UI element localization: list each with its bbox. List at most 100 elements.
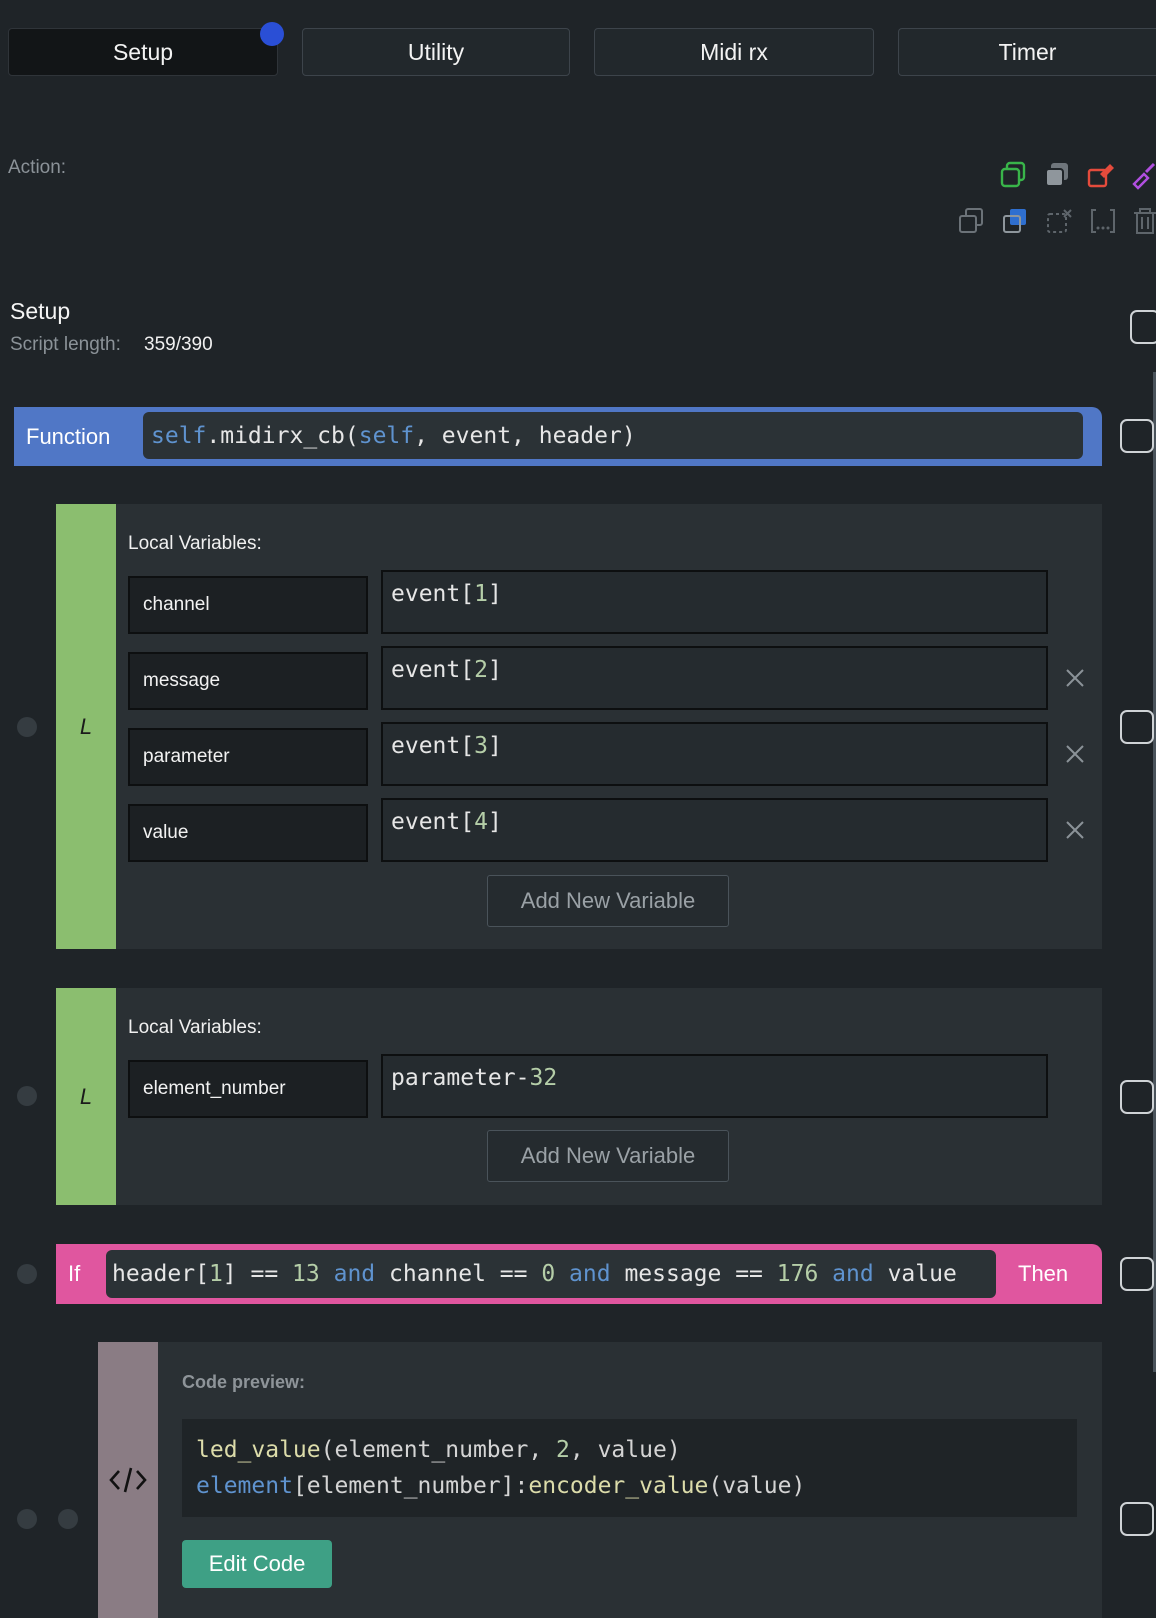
code-token: 0: [541, 1261, 556, 1287]
function-block-checkbox[interactable]: [1120, 419, 1154, 453]
code-token: message ==: [624, 1261, 777, 1287]
locals-1-checkbox[interactable]: [1120, 710, 1154, 744]
if-label: If: [68, 1261, 81, 1286]
code-block-checkbox[interactable]: [1120, 1502, 1154, 1536]
function-block[interactable]: Function self .midirx_cb(self, event, hea…: [14, 407, 1102, 466]
dashed-cut-icon[interactable]: [1044, 206, 1074, 236]
copy-outline-icon[interactable]: [956, 206, 986, 236]
tab-utility[interactable]: Utility: [302, 28, 570, 76]
brush-purple-icon[interactable]: [1130, 160, 1156, 190]
variable-value-input[interactable]: event[2]: [381, 646, 1048, 710]
code-token: 4: [474, 809, 488, 835]
select-all-checkbox[interactable]: [1130, 310, 1156, 344]
if-condition-input[interactable]: header[1] == 13 and channel == 0 and mes…: [106, 1250, 996, 1298]
tab-label: Midi rx: [700, 38, 768, 65]
code-token: 3: [474, 733, 488, 759]
code-block: Code preview: led_value(element_number, …: [98, 1342, 1102, 1618]
code-token: self: [358, 422, 415, 449]
code-token: self: [151, 422, 207, 449]
copy-green-icon[interactable]: [998, 160, 1028, 190]
locals-stripe[interactable]: L: [56, 504, 116, 949]
function-label: Function: [26, 423, 111, 449]
code-line: led_value(element_number, 2, value): [196, 1432, 1077, 1468]
variable-value-input[interactable]: event[4]: [381, 798, 1048, 862]
locals-2-checkbox[interactable]: [1120, 1080, 1154, 1114]
copy-blue-icon[interactable]: [1000, 206, 1030, 236]
code-token: (element_number,: [320, 1437, 557, 1463]
tab-label: Utility: [407, 38, 465, 65]
code-token: 1: [474, 581, 488, 607]
add-new-variable-button[interactable]: Add New Variable: [487, 1130, 729, 1182]
code-token: and: [319, 1261, 389, 1287]
eraser-red-icon[interactable]: [1086, 160, 1116, 190]
code-token: value: [887, 1261, 957, 1287]
code-icon: [109, 1467, 147, 1493]
code-token: [element_number]:: [292, 1473, 529, 1499]
if-block[interactable]: If header[1] == 13 and channel == 0 and …: [56, 1244, 1102, 1304]
code-token: ]: [487, 581, 502, 607]
tab-setup[interactable]: Setup: [8, 28, 278, 76]
drag-handle[interactable]: [17, 1509, 37, 1529]
stack-gray-icon[interactable]: [1042, 160, 1072, 190]
code-token: 2: [474, 657, 488, 683]
code-token: event[: [391, 733, 475, 759]
variable-name-input[interactable]: message: [128, 652, 368, 710]
variable-value-input[interactable]: event[3]: [381, 722, 1048, 786]
code-token: led_value: [196, 1437, 321, 1463]
code-token: ]: [487, 657, 502, 683]
code-token: , event, header): [414, 422, 636, 449]
variable-value-input[interactable]: parameter-32: [381, 1054, 1048, 1118]
tab-label: Timer: [998, 38, 1057, 65]
drag-handle[interactable]: [17, 1264, 37, 1284]
section-title: Setup: [10, 298, 71, 324]
code-preview: led_value(element_number, 2, value) eleme…: [182, 1419, 1077, 1517]
local-variables-block-1: L Local Variables: channel event[1] mess…: [56, 504, 1102, 949]
remove-variable-icon[interactable]: [1064, 819, 1086, 841]
if-block-checkbox[interactable]: [1120, 1257, 1154, 1291]
code-token: event[: [391, 809, 475, 835]
code-token: , value): [569, 1437, 681, 1463]
code-token: channel ==: [389, 1261, 542, 1287]
add-new-variable-button[interactable]: Add New Variable: [487, 875, 729, 927]
code-token: event[: [391, 657, 475, 683]
bracket-dots-icon[interactable]: [1088, 206, 1118, 236]
code-token: ]: [487, 733, 502, 759]
locals-marker: L: [79, 1083, 93, 1109]
tab-midi-rx[interactable]: Midi rx: [594, 28, 874, 76]
code-preview-label: Code preview:: [182, 1372, 306, 1392]
code-token: parameter-: [391, 1065, 530, 1091]
locals-title: Local Variables:: [128, 533, 262, 554]
trash-icon[interactable]: [1132, 206, 1156, 236]
function-signature-input[interactable]: self .midirx_cb(self, event, header): [143, 412, 1083, 459]
script-length-label: Script length:: [10, 334, 121, 355]
variable-name-input[interactable]: channel: [128, 576, 368, 634]
code-token: header[: [112, 1261, 209, 1287]
code-token: 176: [776, 1261, 819, 1287]
edit-code-button[interactable]: Edit Code: [182, 1540, 332, 1588]
code-token: ] ==: [222, 1261, 293, 1287]
drag-handle[interactable]: [58, 1509, 78, 1529]
variable-name-input[interactable]: parameter: [128, 728, 368, 786]
code-line: element[element_number]:encoder_value(va…: [196, 1468, 1077, 1504]
script-length-value: 359/390: [144, 334, 213, 355]
variable-value-input[interactable]: event[1]: [381, 570, 1048, 634]
then-label: Then: [1018, 1261, 1069, 1286]
remove-variable-icon[interactable]: [1064, 743, 1086, 765]
tab-label: Setup: [112, 38, 174, 65]
code-token: and: [818, 1261, 888, 1287]
variable-name-input[interactable]: element_number: [128, 1060, 368, 1118]
variable-name-input[interactable]: value: [128, 804, 368, 862]
drag-handle[interactable]: [17, 717, 37, 737]
code-token: 13: [292, 1261, 320, 1287]
code-token: element: [196, 1473, 293, 1499]
tab-timer[interactable]: Timer: [898, 28, 1156, 76]
locals-marker: L: [79, 713, 93, 739]
code-token: (value): [708, 1473, 806, 1499]
remove-variable-icon[interactable]: [1064, 667, 1086, 689]
locals-stripe[interactable]: L: [56, 988, 116, 1205]
locals-title: Local Variables:: [128, 1017, 262, 1038]
code-stripe[interactable]: [98, 1342, 158, 1618]
code-token: .midirx_cb(: [206, 422, 359, 449]
drag-handle[interactable]: [17, 1086, 37, 1106]
code-token: 2: [556, 1437, 570, 1463]
